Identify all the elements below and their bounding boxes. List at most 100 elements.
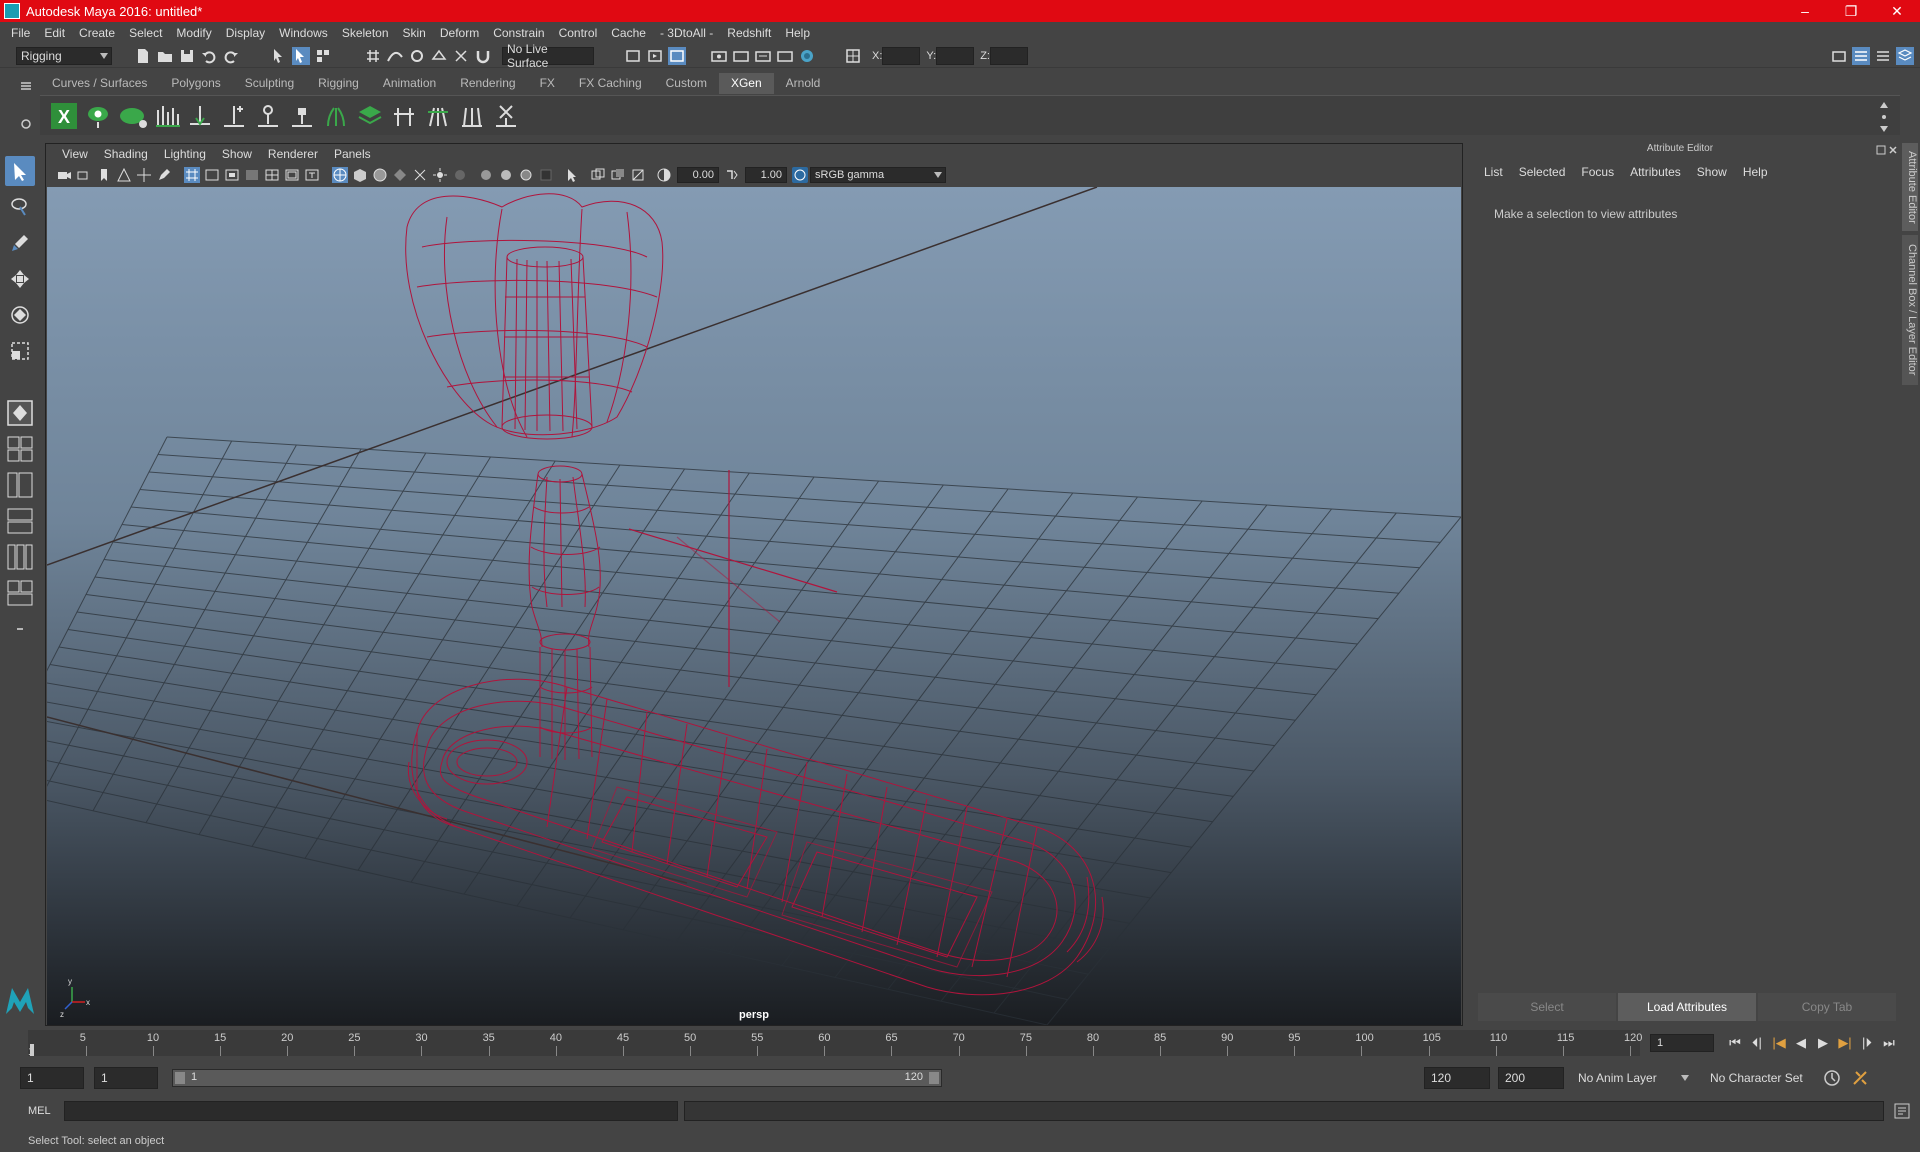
animation-end-field[interactable]: 200: [1498, 1067, 1564, 1089]
xgen-lock-guide-icon[interactable]: [288, 102, 316, 130]
shelf-tab-custom[interactable]: Custom: [654, 73, 719, 94]
close-panel-icon[interactable]: [1888, 145, 1898, 155]
auto-key-icon[interactable]: [1822, 1068, 1842, 1088]
attribute-editor-toggle-icon[interactable]: [1852, 46, 1870, 65]
lasso-tool[interactable]: [5, 192, 35, 222]
film-gate-icon[interactable]: [204, 167, 220, 183]
use-lights-icon[interactable]: [412, 167, 428, 183]
snap-curve-icon[interactable]: [386, 47, 404, 65]
scale-tool[interactable]: [5, 336, 35, 366]
menu-create[interactable]: Create: [72, 26, 122, 40]
render-settings-icon[interactable]: [754, 47, 772, 65]
anim-layer-dropdown[interactable]: No Anim Layer: [1574, 1067, 1692, 1089]
hypershade-icon[interactable]: [776, 47, 794, 65]
redo-icon[interactable]: [222, 47, 240, 65]
live-surface-field[interactable]: No Live Surface: [502, 42, 594, 70]
render-current-icon[interactable]: [710, 47, 728, 65]
attr-menu-show[interactable]: Show: [1689, 165, 1735, 179]
xgen-add-guide-icon[interactable]: [186, 102, 214, 130]
time-slider-track[interactable]: 5 10 15 20 25 30 35 40 45 50 55 60 65 70 75 80 85 90 95 100…: [28, 1030, 1642, 1058]
xgen-eye-icon[interactable]: [84, 102, 112, 130]
playback-end-field[interactable]: 120: [1424, 1067, 1490, 1089]
play-backwards-icon[interactable]: ◀: [1790, 1033, 1812, 1053]
play-forwards-icon[interactable]: ▶: [1812, 1033, 1834, 1053]
xray-icon[interactable]: [590, 167, 606, 183]
modeling-toolkit-icon[interactable]: [1830, 47, 1848, 65]
snap-live-icon[interactable]: [452, 47, 470, 65]
go-to-end-icon[interactable]: ⏭: [1878, 1033, 1900, 1053]
menu-file[interactable]: File: [4, 26, 37, 40]
gate-mask-icon[interactable]: [244, 167, 260, 183]
magnet-icon[interactable]: [474, 47, 492, 65]
select-component-icon[interactable]: [314, 47, 332, 65]
xgen-guides-icon[interactable]: [154, 102, 182, 130]
shelf-tab-rigging[interactable]: Rigging: [306, 73, 371, 94]
range-slider-bar[interactable]: 1 120: [172, 1069, 942, 1087]
collapse-layouts[interactable]: [5, 614, 35, 644]
animation-prefs-icon[interactable]: [1850, 1068, 1870, 1088]
shadows-icon[interactable]: [432, 167, 448, 183]
snap-point-icon[interactable]: [408, 47, 426, 65]
menu-redshift[interactable]: Redshift: [720, 26, 778, 40]
motion-blur-icon[interactable]: [498, 167, 514, 183]
shelf-tab-fx-caching[interactable]: FX Caching: [567, 73, 654, 94]
exposure-reset-icon[interactable]: [656, 167, 672, 183]
shelf-menu-icon[interactable]: [18, 78, 34, 94]
attr-menu-focus[interactable]: Focus: [1573, 165, 1622, 179]
attr-menu-attributes[interactable]: Attributes: [1622, 165, 1689, 179]
select-camera-icon[interactable]: [56, 167, 72, 183]
camera-attributes-icon[interactable]: [76, 167, 92, 183]
viewport-menu-shading[interactable]: Shading: [96, 147, 156, 161]
xgen-editor-icon[interactable]: X: [50, 102, 78, 130]
menu-deform[interactable]: Deform: [433, 26, 486, 40]
xgen-create-description-icon[interactable]: [118, 102, 148, 130]
custom-layout[interactable]: [5, 578, 35, 608]
resolution-gate-icon[interactable]: [224, 167, 240, 183]
xgen-layers-icon[interactable]: [356, 102, 384, 130]
go-to-start-icon[interactable]: ⏮: [1724, 1033, 1746, 1053]
menu-control[interactable]: Control: [552, 26, 605, 40]
menu-windows[interactable]: Windows: [272, 26, 335, 40]
snap-grid-icon[interactable]: [364, 47, 382, 65]
gamma-field[interactable]: 1.00: [745, 167, 787, 183]
menu-3dtoall[interactable]: - 3DtoAll -: [653, 26, 720, 40]
menu-constrain[interactable]: Constrain: [486, 26, 551, 40]
step-back-key-icon[interactable]: ⏴|: [1746, 1033, 1768, 1053]
viewport-menu-show[interactable]: Show: [214, 147, 260, 161]
select-object-icon[interactable]: [292, 46, 310, 65]
attr-menu-selected[interactable]: Selected: [1511, 165, 1574, 179]
single-pane-layout[interactable]: [5, 398, 35, 428]
range-end-handle[interactable]: [929, 1072, 939, 1084]
minimize-button[interactable]: –: [1782, 3, 1828, 20]
y-field[interactable]: [936, 46, 975, 65]
xgen-delete-guide-icon[interactable]: [492, 102, 520, 130]
xgen-groom-guide-icon[interactable]: [458, 102, 486, 130]
tab-channel-box[interactable]: Channel Box / Layer Editor: [1902, 235, 1918, 385]
maximize-button[interactable]: ❐: [1828, 3, 1874, 20]
tool-settings-icon[interactable]: [1874, 47, 1892, 65]
render-view-icon[interactable]: [668, 46, 686, 65]
safe-title-icon[interactable]: [304, 167, 320, 183]
xray-joints-icon[interactable]: [630, 167, 646, 183]
viewport-menu-renderer[interactable]: Renderer: [260, 147, 326, 161]
two-d-pan-icon[interactable]: [136, 167, 152, 183]
transform-constraint-icon[interactable]: [844, 47, 862, 65]
shelf-tab-rendering[interactable]: Rendering: [448, 73, 527, 94]
menu-edit[interactable]: Edit: [37, 26, 72, 40]
viewport-menu-panels[interactable]: Panels: [326, 147, 379, 161]
color-management-icon[interactable]: [792, 167, 808, 183]
shelf-scroll-icon[interactable]: [1878, 100, 1890, 134]
menuset-dropdown[interactable]: Rigging: [16, 46, 112, 65]
undo-icon[interactable]: [200, 47, 218, 65]
four-pane-layout[interactable]: [5, 434, 35, 464]
paint-select-tool[interactable]: [5, 228, 35, 258]
viewport-canvas[interactable]: y x z persp: [47, 187, 1461, 1025]
tab-attribute-editor[interactable]: Attribute Editor: [1902, 143, 1918, 231]
xgen-sculpt-guide-icon[interactable]: [220, 102, 248, 130]
menu-skeleton[interactable]: Skeleton: [335, 26, 396, 40]
field-chart-icon[interactable]: [264, 167, 280, 183]
step-forward-key-icon[interactable]: |⏵: [1856, 1033, 1878, 1053]
rotate-tool[interactable]: [5, 300, 35, 330]
xgen-cut-guide-icon[interactable]: [390, 102, 418, 130]
menu-cache[interactable]: Cache: [604, 26, 653, 40]
